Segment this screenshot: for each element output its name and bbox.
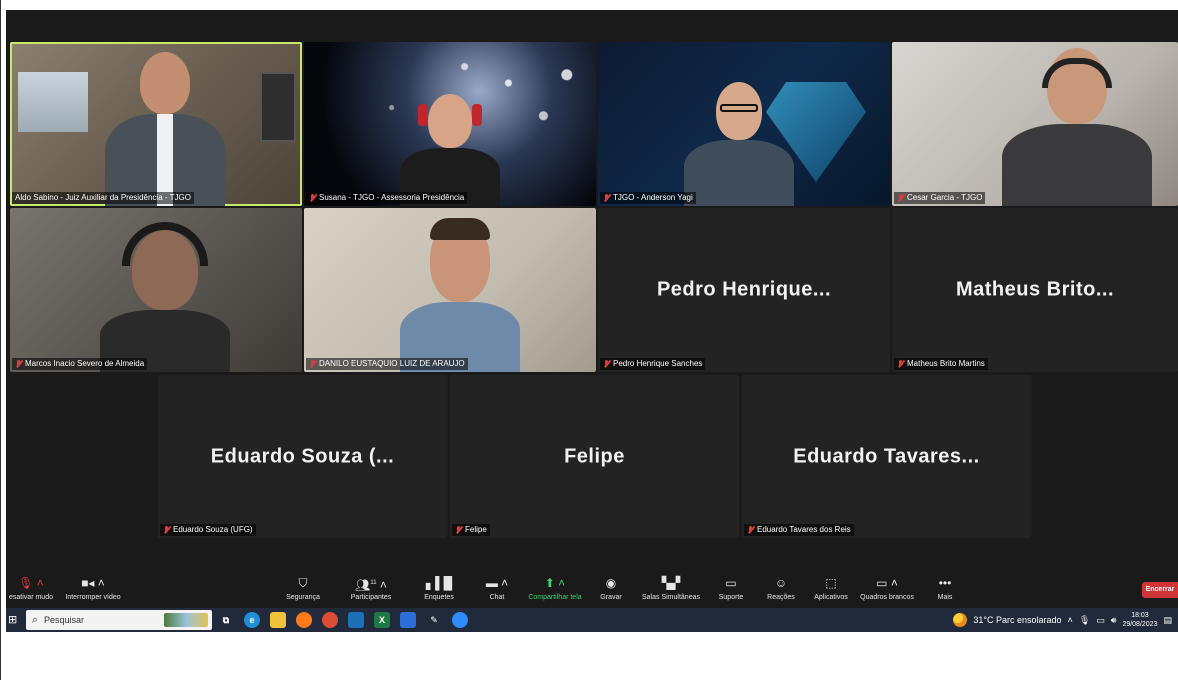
- office-window: [18, 72, 88, 132]
- mic-muted-icon: [747, 526, 754, 534]
- meeting-toolbar: 🎙︎ ˄ esativar mudo ■◂ ˄ Interromper víde…: [6, 572, 1178, 608]
- video-tile-eduardo-tavares[interactable]: Eduardo Tavares... Eduardo Tavares dos R…: [742, 375, 1031, 538]
- video-tile-susana[interactable]: Susana - TJGO - Assessoria Presidência: [304, 42, 596, 206]
- participants-button[interactable]: 👥︎11 ˄ Participantes: [336, 576, 406, 601]
- system-tray: 31°C Parc ensolarado ˄ 🎙︎ ▭ 🔊︎ 18:03 29/…: [953, 608, 1178, 632]
- participant-marcos: [100, 222, 230, 372]
- search-highlight-image: [164, 613, 208, 627]
- notifications-icon[interactable]: ▤: [1163, 615, 1172, 626]
- network-icon[interactable]: ▭: [1096, 615, 1105, 626]
- more-button[interactable]: ••• Mais: [910, 576, 980, 601]
- video-tile-marcos[interactable]: Marcos Inacio Severo de Almeida: [10, 208, 302, 372]
- volume-icon[interactable]: 🔊︎: [1111, 615, 1117, 626]
- windows-taskbar: ⊞ ⌕ Pesquisar ⧉ e X ✎ 31°C Parc ensolara…: [6, 608, 1178, 632]
- office-monitor: [260, 72, 296, 142]
- task-view-icon[interactable]: ⧉: [218, 612, 234, 628]
- video-tile-felipe[interactable]: Felipe Felipe: [450, 375, 739, 538]
- video-tile-pedro[interactable]: Pedro Henrique... Pedro Henrique Sanches: [598, 208, 890, 372]
- end-meeting-button[interactable]: Encerrar: [1142, 582, 1178, 598]
- edge-icon[interactable]: e: [244, 612, 260, 628]
- video-camera-icon: ■◂ ˄: [81, 576, 105, 590]
- taskbar-search[interactable]: ⌕ Pesquisar: [26, 610, 212, 630]
- video-tile-eduardo-souza[interactable]: Eduardo Souza (... Eduardo Souza (UFG): [158, 375, 447, 538]
- mic-muted-icon: 🎙︎ ˄: [18, 576, 44, 590]
- participant-label: Aldo Sabino - Juiz Auxiliar da Presidênc…: [12, 192, 194, 204]
- paint-icon[interactable]: ✎: [426, 612, 442, 628]
- participant-label: TJGO - Anderson Yagi: [600, 192, 696, 204]
- security-button[interactable]: ⛉ Segurança: [268, 576, 338, 601]
- video-tile-anderson[interactable]: TJGO - Anderson Yagi: [598, 42, 890, 206]
- search-icon: ⌕: [31, 613, 39, 626]
- participant-display-name: Felipe: [564, 445, 625, 467]
- mic-muted-icon: [455, 526, 462, 534]
- zoom-meeting-window: Aldo Sabino - Juiz Auxiliar da Presidênc…: [6, 0, 1178, 608]
- weather-text[interactable]: 31°C Parc ensolarado: [973, 615, 1061, 625]
- participant-cesar: [1002, 48, 1152, 206]
- clock-date: 29/08/2023: [1122, 621, 1158, 628]
- mic-muted-icon: [163, 526, 170, 534]
- participant-aldo: [105, 52, 225, 206]
- participants-count: 11: [370, 580, 377, 586]
- participants-icon: 👥︎: [355, 578, 371, 592]
- participant-anderson: [684, 82, 794, 206]
- mic-muted-icon: [603, 360, 610, 368]
- participant-display-name: Pedro Henrique...: [656, 278, 832, 301]
- app-icon[interactable]: [348, 612, 364, 628]
- participant-display-name: Eduardo Souza (...: [210, 445, 395, 467]
- participant-display-name: Matheus Brito...: [955, 278, 1114, 301]
- shield-icon: ⛉: [298, 576, 308, 590]
- video-tile-cesar[interactable]: Cesar Garcia - TJGO: [892, 42, 1178, 206]
- mic-muted-icon: [603, 194, 610, 202]
- microphone-icon[interactable]: 🎙︎: [1079, 615, 1090, 626]
- clock[interactable]: 18:03 29/08/2023: [1122, 611, 1157, 629]
- chrome-icon[interactable]: [322, 612, 338, 628]
- participant-label: Pedro Henrique Sanches: [600, 358, 706, 370]
- participant-danilo: [400, 218, 520, 372]
- firefox-icon[interactable]: [296, 612, 312, 628]
- participant-susana: [400, 94, 500, 206]
- mic-muted-icon: [309, 194, 316, 202]
- video-tile-danilo[interactable]: DANILO EUSTAQUIO LUIZ DE ARAUJO: [304, 208, 596, 372]
- participant-label: Susana - TJGO - Assessoria Presidência: [306, 192, 468, 204]
- mic-muted-icon: [897, 194, 904, 202]
- search-placeholder: Pesquisar: [44, 615, 85, 625]
- mute-button[interactable]: 🎙︎ ˄ esativar mudo: [6, 576, 66, 601]
- windows-start-icon[interactable]: ⊞: [8, 614, 20, 626]
- participant-label: DANILO EUSTAQUIO LUIZ DE ARAUJO: [306, 358, 468, 370]
- video-tile-matheus[interactable]: Matheus Brito... Matheus Brito Martins: [892, 208, 1178, 372]
- participant-label: Cesar Garcia - TJGO: [894, 192, 986, 204]
- participant-label: Marcos Inacio Severo de Almeida: [12, 358, 148, 370]
- participant-label: Matheus Brito Martins: [894, 358, 988, 370]
- mic-muted-icon: [309, 360, 316, 368]
- mic-muted-icon: [897, 360, 904, 368]
- participant-label: Felipe: [452, 524, 490, 536]
- file-explorer-icon[interactable]: [270, 612, 286, 628]
- excel-icon[interactable]: X: [374, 612, 390, 628]
- participant-label: Eduardo Tavares dos Reis: [744, 524, 854, 536]
- participant-label: Eduardo Souza (UFG): [160, 524, 256, 536]
- zoom-icon[interactable]: [452, 612, 468, 628]
- ellipsis-icon: •••: [938, 576, 952, 590]
- top-strip: [6, 0, 1178, 10]
- stop-video-button[interactable]: ■◂ ˄ Interromper vídeo: [58, 576, 128, 601]
- video-tile-aldo[interactable]: Aldo Sabino - Juiz Auxiliar da Presidênc…: [10, 42, 302, 206]
- document-icon[interactable]: [400, 612, 416, 628]
- chevron-up-icon[interactable]: ˄: [1068, 615, 1073, 625]
- weather-icon: [953, 613, 968, 627]
- mic-muted-icon: [15, 360, 22, 368]
- clock-time: 18:03: [1131, 612, 1149, 619]
- participant-display-name: Eduardo Tavares...: [793, 445, 980, 467]
